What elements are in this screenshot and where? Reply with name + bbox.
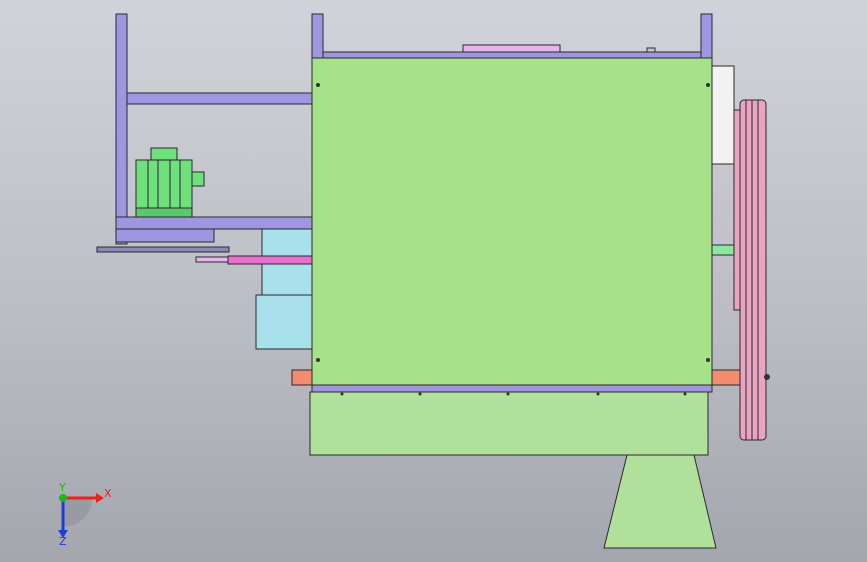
motor-mount-plate (115, 228, 215, 243)
base-bolt (418, 392, 422, 396)
motor-base-ledge (96, 246, 230, 253)
x-axis-arrow-icon (96, 493, 104, 503)
green-spacer (711, 244, 737, 256)
hopper-lower (255, 294, 313, 350)
base-block (309, 391, 709, 456)
main-housing (311, 57, 735, 393)
frame-crossbar-upper (126, 92, 313, 105)
pulley-hub (764, 374, 770, 380)
axis-x-label: X (104, 487, 112, 500)
base-bolt (506, 392, 510, 396)
housing-bolt (706, 358, 710, 362)
assembly-drawing: X Y Z (58, 13, 770, 549)
axis-triad: X Y Z (58, 481, 112, 548)
triad-quadrant (63, 498, 92, 527)
motor (135, 147, 205, 218)
shaft-end (195, 256, 229, 263)
housing-bolt (316, 358, 320, 362)
motor-terminal-box (191, 171, 205, 187)
axis-y-label: Y (58, 481, 66, 494)
base-bolt (683, 392, 687, 396)
frame-post-left (115, 13, 128, 245)
axis-z-label: Z (59, 535, 67, 548)
housing-bolt (316, 83, 320, 87)
pulley-outer (739, 99, 767, 441)
belt-pulley (733, 99, 770, 441)
support-leg-trapezoid (603, 454, 717, 549)
y-axis-dot-icon (59, 494, 67, 502)
frame-post-right (700, 13, 713, 60)
cad-viewport[interactable]: X Y Z (0, 0, 867, 562)
top-cover-plate (462, 44, 561, 53)
right-side-panel (711, 65, 735, 165)
housing-bottom-rail (311, 384, 713, 393)
pulley-belt-strip (733, 109, 741, 311)
coupling-left (291, 369, 313, 386)
housing-bolt (706, 83, 710, 87)
support-leg (603, 454, 717, 549)
motor-foot (135, 207, 193, 218)
frame-top-rail (322, 51, 702, 59)
top-bolt (646, 47, 656, 53)
shaft-pink (227, 255, 313, 265)
motor-top-cap (150, 147, 178, 161)
base-slab (309, 391, 709, 456)
base-bolt (596, 392, 600, 396)
frame-post-center (311, 13, 324, 60)
housing-panel (311, 57, 713, 389)
feed-hopper (255, 228, 313, 350)
base-bolt (340, 392, 344, 396)
motor-body (135, 159, 193, 209)
frame-crossbar-lower (115, 216, 313, 230)
coupling-right (711, 369, 743, 386)
